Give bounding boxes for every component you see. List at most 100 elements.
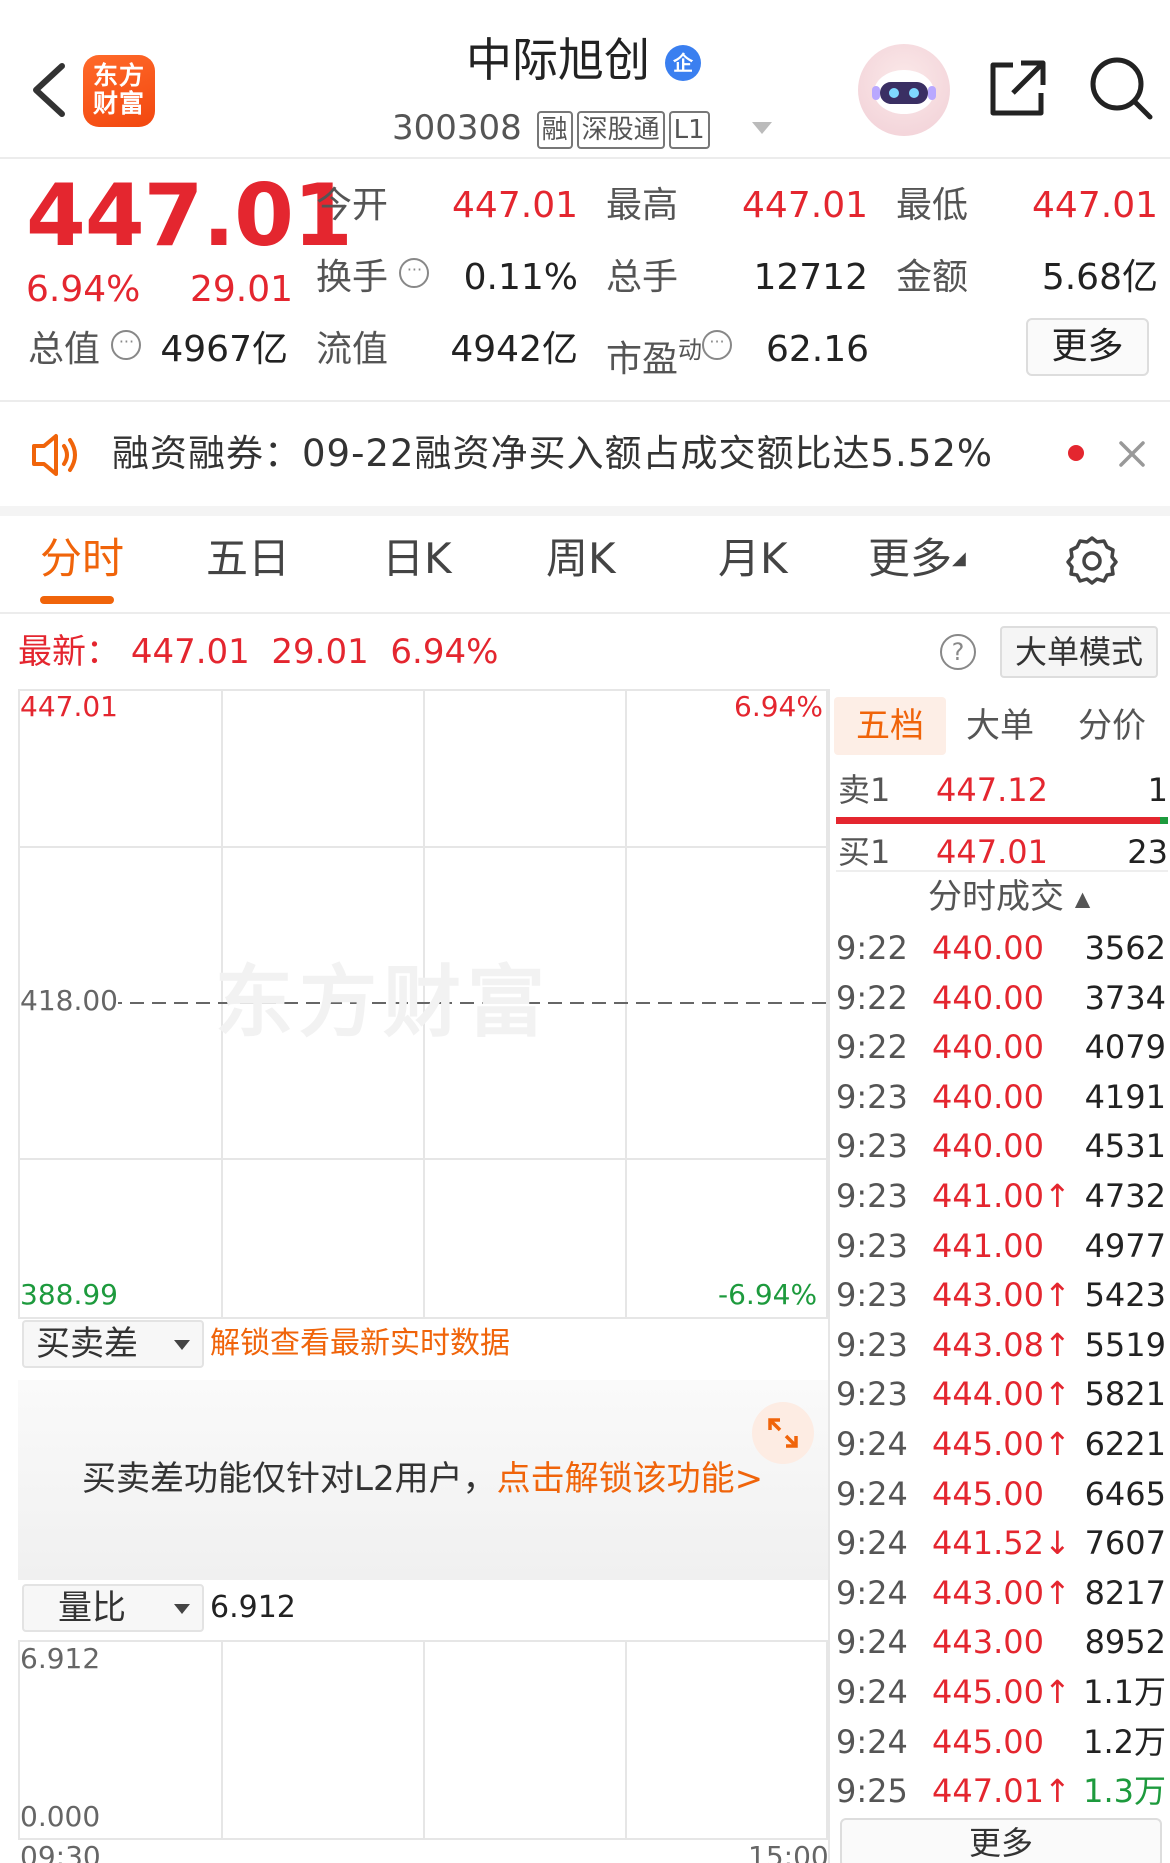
tick-time: 9:23 [836, 1226, 908, 1265]
tab-weekly-k[interactable]: 周K [546, 530, 616, 588]
tick-time: 9:24 [836, 1425, 908, 1463]
tick-price: 447.01↑ [932, 1772, 1071, 1811]
ticks-header[interactable]: 分时成交 ▲ [928, 874, 1090, 922]
back-arrow-icon[interactable] [26, 60, 76, 120]
sell-ratio-segment [1160, 817, 1168, 824]
tick-volume: 3562 [1084, 929, 1166, 967]
tick-volume: 4079 [1084, 1028, 1166, 1067]
robot-assistant-avatar[interactable] [858, 44, 950, 136]
buy1-row: 买1 447.01 23 [838, 828, 1168, 876]
buy-sell-ratio-bar [836, 817, 1166, 824]
tick-row: 9:24 443.00 8952 [836, 1618, 1166, 1666]
buy1-label: 买1 [838, 833, 891, 871]
latest-pct: 6.94% [390, 632, 499, 672]
tick-row: 9:24 443.00↑ 8217 [836, 1569, 1166, 1617]
tag-level: L1 [668, 110, 710, 149]
tick-row: 9:23 440.00 4531 [836, 1122, 1166, 1170]
tick-volume: 3734 [1084, 978, 1166, 1017]
close-icon[interactable] [1115, 437, 1149, 471]
info-icon[interactable]: ··· [111, 330, 142, 360]
help-icon[interactable]: ? [940, 634, 976, 670]
expand-button[interactable] [752, 1402, 814, 1464]
diff-indicator-select[interactable]: 买卖差 [22, 1320, 204, 1368]
volume-label: 总手 [606, 257, 679, 298]
float-mktcap-label: 流值 [316, 329, 389, 370]
tab-big-orders[interactable]: 大单 [944, 697, 1056, 755]
tab-intraday[interactable]: 分时 [40, 530, 124, 588]
more-ticks-button[interactable]: 更多 [840, 1818, 1162, 1863]
volume-ratio-chart[interactable] [18, 1640, 828, 1840]
high-label: 最高 [606, 185, 679, 226]
search-icon[interactable] [1088, 55, 1154, 121]
margin-notice-text[interactable]: 融资融券：09-22融资净买入额占成交额比达5.52% [112, 430, 993, 478]
tick-price: 441.52↓ [932, 1524, 1071, 1563]
sell1-label: 卖1 [838, 771, 891, 809]
tab-price-volume[interactable]: 分价 [1056, 697, 1168, 755]
tab-five-day[interactable]: 五日 [206, 530, 290, 588]
unlock-hint[interactable]: 解锁查看最新实时数据 [210, 1322, 510, 1366]
tick-volume: 6465 [1084, 1474, 1166, 1513]
tab-daily-k[interactable]: 日K [382, 530, 452, 588]
tick-row: 9:23 444.00↑ 5821 [836, 1370, 1166, 1418]
tick-volume: 7607 [1084, 1524, 1166, 1563]
share-icon[interactable] [985, 55, 1051, 121]
amount-label: 金额 [896, 257, 969, 298]
change-percent: 6.94% [26, 269, 141, 310]
volume-ratio-value: 6.912 [210, 1590, 296, 1625]
stock-code-line[interactable]: 300308 融深股通 L1 [392, 106, 710, 150]
buy1-volume: 23 [1127, 833, 1168, 871]
info-icon[interactable]: ··· [399, 258, 430, 288]
tick-time: 9:24 [836, 1474, 908, 1513]
tick-time: 9:22 [836, 1028, 908, 1067]
tick-row: 9:22 440.00 3734 [836, 974, 1166, 1022]
more-quote-button[interactable]: 更多 [1026, 318, 1149, 376]
active-tab-indicator [40, 596, 114, 604]
logo-text-line1: 东方 [92, 61, 145, 90]
volume-ratio-select[interactable]: 量比 [22, 1584, 204, 1632]
tick-time: 9:25 [836, 1772, 908, 1811]
info-icon[interactable]: ··· [702, 330, 733, 360]
lock-message-text: 买卖差功能仅针对L2用户， [82, 1459, 497, 1499]
tick-row: 9:23 443.08↑ 5519 [836, 1321, 1166, 1369]
total-mktcap-value: 4967亿 [160, 329, 288, 370]
sell1-volume: 1 [1147, 771, 1168, 809]
tick-time: 9:23 [836, 1276, 908, 1315]
tick-volume: 5423 [1084, 1276, 1166, 1315]
tag-shenzhen-connect: 深股通 [576, 110, 665, 149]
stock-code: 300308 [392, 108, 522, 148]
expand-icon [768, 1418, 798, 1448]
total-mktcap-label-text: 总值 [28, 329, 101, 370]
tab-five-levels[interactable]: 五档 [834, 697, 946, 755]
pe-value: 62.16 [766, 329, 870, 370]
unread-dot [1068, 445, 1084, 461]
latest-quote-line: 最新： 447.01 29.01 6.94% [18, 630, 498, 674]
logo-text-line2: 财富 [92, 89, 145, 118]
tick-volume: 1.3万 [1083, 1772, 1166, 1811]
tick-time: 9:23 [836, 1177, 908, 1215]
chevron-down-icon[interactable] [752, 122, 772, 134]
tick-price: 440.00 [932, 1127, 1044, 1166]
tick-row: 9:23 443.00↑ 5423 [836, 1271, 1166, 1319]
stock-name[interactable]: 中际旭创 [466, 30, 650, 90]
current-price: 447.01 [26, 166, 353, 266]
unlock-feature-link[interactable]: 点击解锁该功能> [497, 1459, 764, 1499]
triangle-up-icon: ▲ [1074, 886, 1091, 911]
tick-price: 443.00 [932, 1623, 1044, 1662]
tick-volume: 1.1万 [1083, 1673, 1166, 1711]
tick-volume: 4977 [1084, 1226, 1166, 1265]
tick-row: 9:25 447.01↑ 1.3万 [836, 1767, 1166, 1815]
low-label: 最低 [896, 185, 969, 226]
tick-row: 9:23 441.00 4977 [836, 1222, 1166, 1270]
app-logo: 东方 财富 [83, 55, 155, 127]
latest-change: 29.01 [271, 632, 369, 672]
tick-row: 9:24 445.00 1.2万 [836, 1718, 1166, 1766]
tab-monthly-k[interactable]: 月K [718, 530, 788, 588]
tick-price: 445.00↑ [932, 1425, 1071, 1463]
big-order-mode-button[interactable]: 大单模式 [1000, 626, 1158, 678]
tick-time: 9:23 [836, 1127, 908, 1166]
tick-volume: 8217 [1084, 1573, 1166, 1612]
tab-more[interactable]: 更多◢ [868, 530, 966, 588]
lock-message: 买卖差功能仅针对L2用户，点击解锁该功能> [82, 1456, 763, 1502]
tick-price: 443.08↑ [932, 1325, 1071, 1364]
gear-icon[interactable] [1066, 534, 1118, 586]
